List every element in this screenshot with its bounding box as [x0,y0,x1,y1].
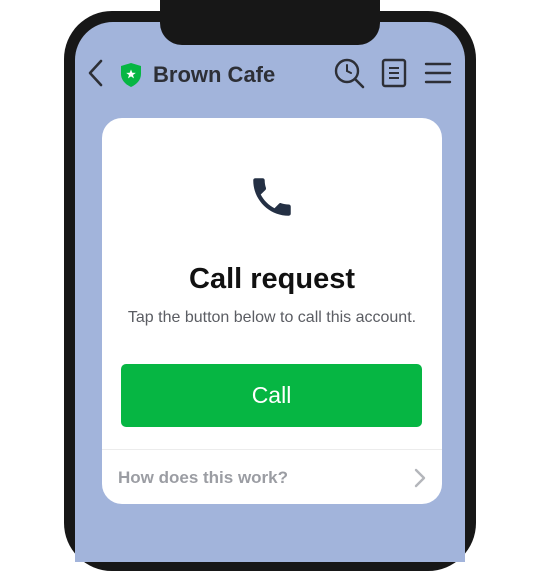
notes-icon[interactable] [380,58,408,88]
chevron-right-icon [414,468,426,488]
chat-header: Brown Cafe [0,0,540,100]
call-request-card: Call request Tap the button below to cal… [102,118,442,504]
how-does-this-work-link[interactable]: How does this work? [102,450,442,504]
menu-icon[interactable] [424,61,452,85]
search-icon[interactable] [333,57,365,89]
card-title: Call request [189,263,355,295]
chevron-left-icon[interactable] [86,58,106,88]
phone-icon [253,178,291,216]
verified-shield-icon [121,63,141,87]
account-name-title: Brown Cafe [153,62,276,87]
card-subtitle: Tap the button below to call this accoun… [127,309,417,326]
call-button[interactable]: Call [121,364,422,427]
help-label: How does this work? [118,468,289,487]
